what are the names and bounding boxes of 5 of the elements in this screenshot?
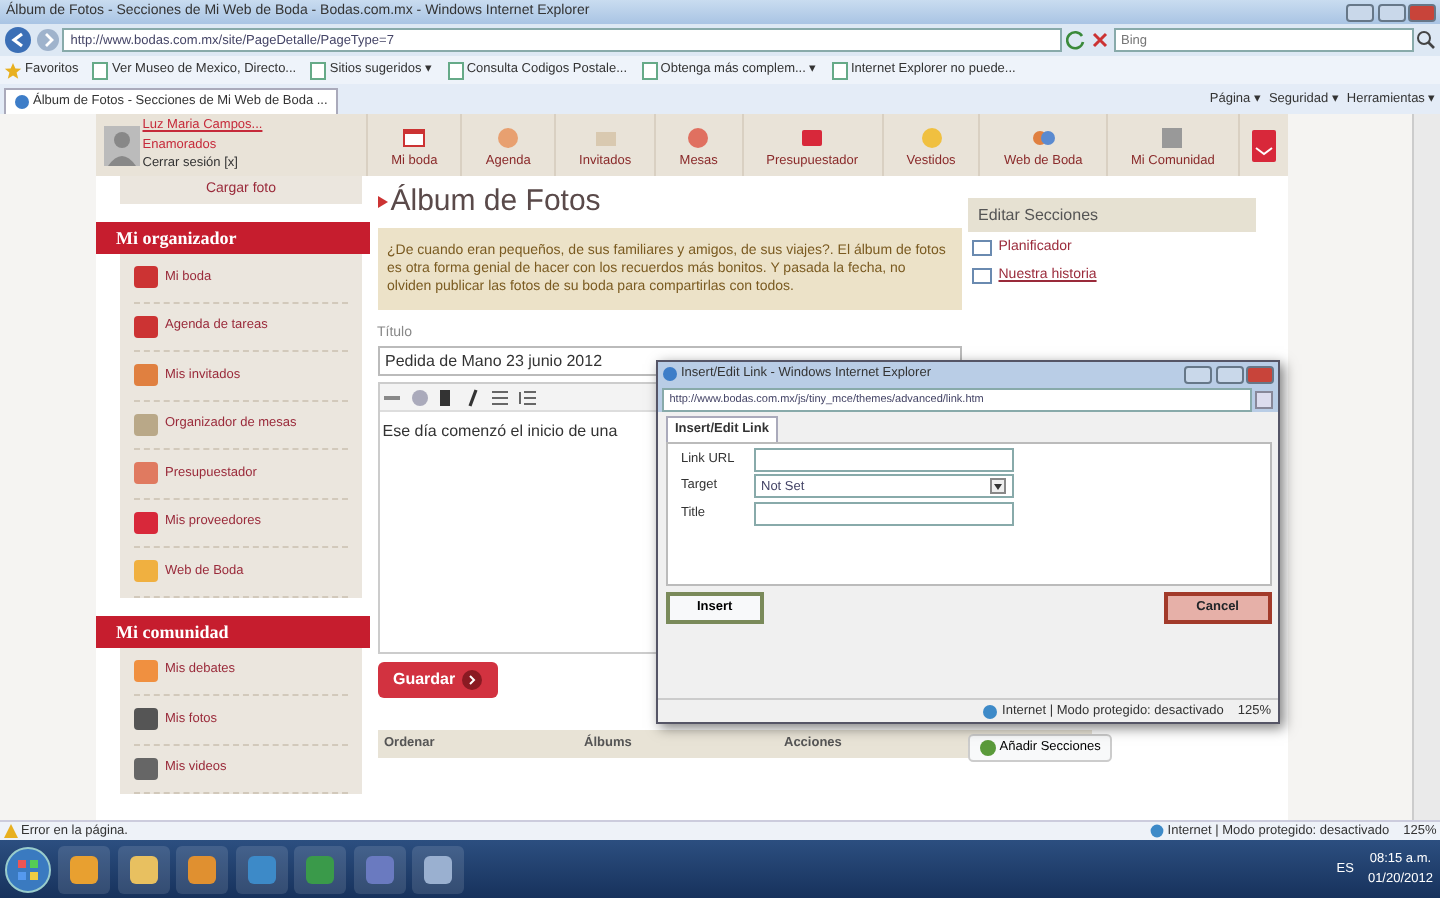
section-ribbon: Mi comunidad [96,615,370,647]
section-header: Editar Secciones [968,197,1256,231]
section-ribbon: Mi organizador [96,222,370,254]
page-heading: Álbum de Fotos [390,181,601,222]
editor-text: Ese día comenzó el inicio de una [382,421,618,439]
